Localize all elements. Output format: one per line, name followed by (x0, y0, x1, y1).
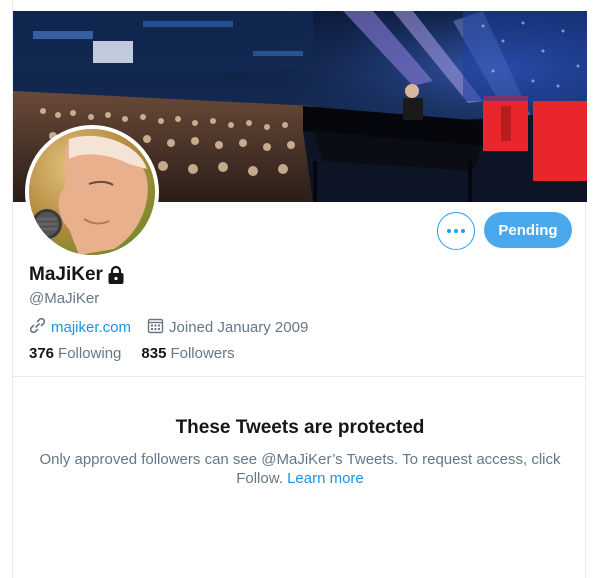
followers-count: 835 (141, 345, 167, 362)
followers-stat[interactable]: 835 Followers (141, 345, 234, 362)
learn-more-link[interactable]: Learn more (287, 470, 364, 487)
protected-description: Only approved followers can see @MaJiKer… (35, 450, 565, 488)
calendar-icon (147, 317, 169, 338)
following-count: 376 (29, 345, 55, 362)
followers-label: Followers (170, 345, 235, 362)
profile-meta: majiker.com Joined January 2009 (29, 317, 324, 338)
follow-stats: 376 Following 835 Followers (29, 345, 255, 362)
following-label: Following (58, 345, 122, 362)
more-options-button[interactable] (437, 212, 475, 250)
name-row: MaJiKer (29, 264, 125, 286)
profile-column: Pending MaJiKer @MaJiKer majiker.com Joi… (12, 0, 587, 578)
protected-title: These Tweets are protected (175, 417, 425, 438)
user-handle: @MaJiKer (29, 290, 100, 307)
pending-follow-button[interactable]: Pending (484, 212, 572, 248)
profile-avatar[interactable] (25, 125, 159, 259)
display-name: MaJiKer (29, 264, 103, 285)
joined-item: Joined January 2009 (147, 317, 308, 338)
website-link[interactable]: majiker.com (51, 319, 131, 336)
lock-icon (107, 265, 125, 285)
website-item: majiker.com (29, 317, 131, 338)
link-icon (29, 317, 51, 338)
more-icon (446, 229, 467, 233)
following-stat[interactable]: 376 Following (29, 345, 121, 362)
joined-date: Joined January 2009 (169, 319, 309, 336)
section-divider (13, 376, 587, 377)
top-strip (13, 0, 587, 11)
